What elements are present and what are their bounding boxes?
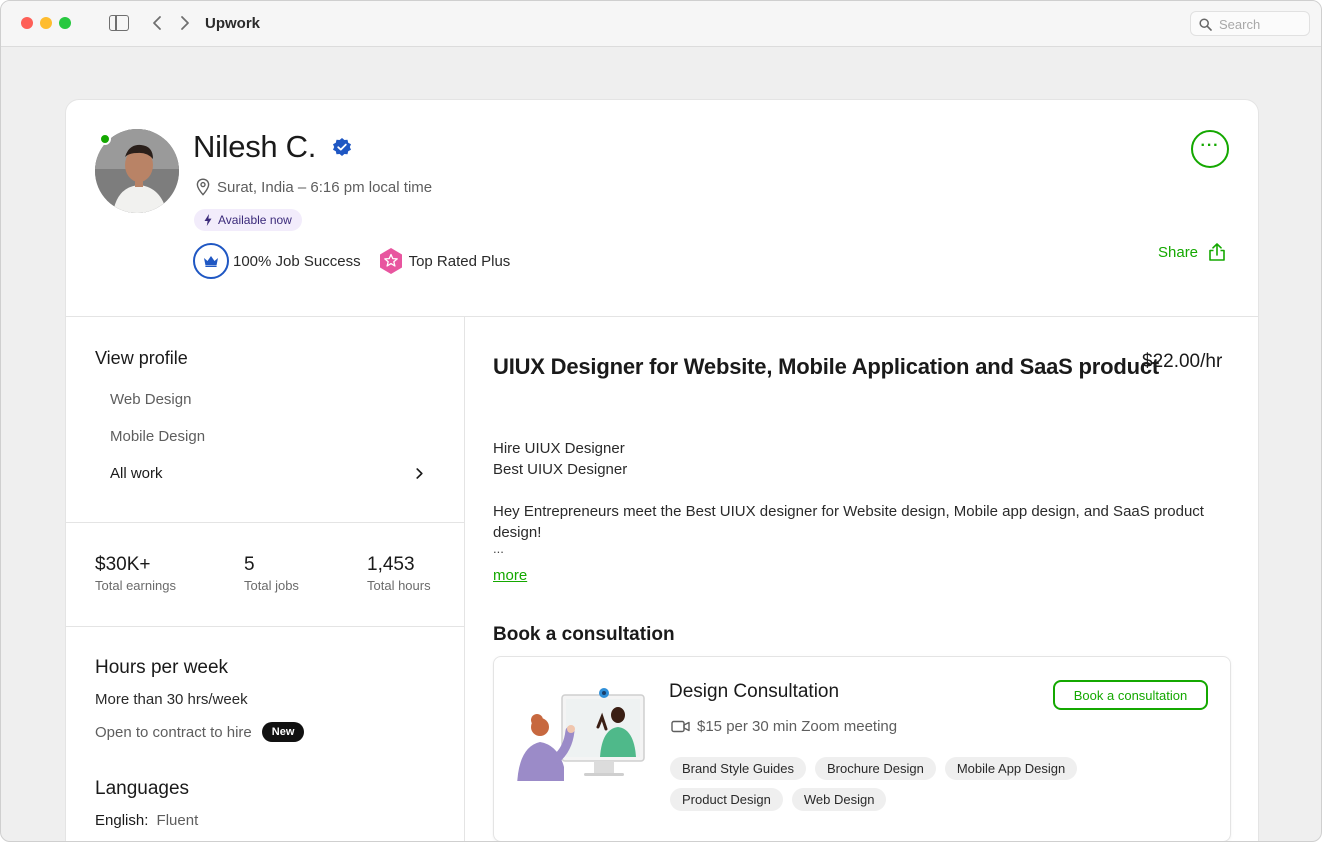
top-rated-label: Top Rated Plus xyxy=(408,252,511,270)
consultation-tags: Brand Style Guides Brochure Design Mobil… xyxy=(670,757,1110,811)
profile-card: Nilesh C. Surat, India – 6:16 pm local t… xyxy=(65,99,1259,841)
profile-main: UIUX Designer for Website, Mobile Applic… xyxy=(466,317,1258,841)
skill-tag[interactable]: Brochure Design xyxy=(815,757,936,780)
top-rated-badge: Top Rated Plus xyxy=(377,247,511,275)
contract-to-hire-row: Open to contract to hire New xyxy=(95,722,305,742)
skill-tag[interactable]: Mobile App Design xyxy=(944,757,1078,780)
badges-row: 100% Job Success Top Rated Plus xyxy=(193,243,526,279)
star-badge-icon xyxy=(377,247,405,275)
contract-to-hire-text: Open to contract to hire xyxy=(95,723,252,741)
job-success-label: 100% Job Success xyxy=(233,252,361,270)
profile-overview: Hire UIUX Designer Best UIUX Designer He… xyxy=(493,438,1223,555)
skill-tag[interactable]: Product Design xyxy=(670,788,783,811)
bio-paragraph: Hey Entrepreneurs meet the Best UIUX des… xyxy=(493,503,1204,541)
all-work-label: All work xyxy=(110,465,163,482)
location-text: Surat, India – 6:16 pm local time xyxy=(217,178,433,196)
chevron-right-icon xyxy=(181,16,189,30)
chevron-left-icon xyxy=(153,16,161,30)
stat-value: 5 xyxy=(244,554,255,575)
more-link[interactable]: more xyxy=(493,567,527,584)
profile-name: Nilesh C. xyxy=(193,129,317,164)
view-profile-section: View profile Web Design Mobile Design Al… xyxy=(66,317,464,523)
bio-line: Best UIUX Designer xyxy=(493,461,628,478)
crown-icon xyxy=(193,243,229,279)
sidebar-toggle-icon[interactable] xyxy=(109,15,129,31)
skill-tag[interactable]: Web Design xyxy=(791,788,887,811)
stat-label: Total jobs xyxy=(244,578,299,593)
video-camera-icon xyxy=(671,720,690,733)
hourly-rate: $22.00/hr xyxy=(1142,351,1223,372)
share-label: Share xyxy=(1158,243,1199,261)
availability-badge: Available now xyxy=(194,209,302,231)
availability-text: Available now xyxy=(218,213,292,227)
hours-title: Hours per week xyxy=(95,657,229,678)
consultation-price: $15 per 30 min Zoom meeting xyxy=(697,718,898,735)
consultation-card: Design Consultation $15 per 30 min Zoom … xyxy=(493,656,1231,841)
stat-label: Total earnings xyxy=(95,578,176,593)
hours-per-week-section: Hours per week More than 30 hrs/week Ope… xyxy=(95,657,305,742)
consultation-card-title: Design Consultation xyxy=(669,681,840,702)
stat-total-jobs: 5 Total jobs xyxy=(244,554,299,593)
search-box[interactable] xyxy=(1190,11,1310,36)
consultation-price-row: $15 per 30 min Zoom meeting xyxy=(671,718,897,735)
stats-section: $30K+ Total earnings 5 Total jobs 1,453 … xyxy=(66,523,464,627)
skill-tag[interactable]: Brand Style Guides xyxy=(670,757,807,780)
more-options-button[interactable]: ··· xyxy=(1191,130,1229,168)
view-profile-item-web-design[interactable]: Web Design xyxy=(110,391,191,408)
new-badge: New xyxy=(261,722,305,742)
profile-sidebar: View profile Web Design Mobile Design Al… xyxy=(66,317,465,841)
view-profile-item-all-work[interactable]: All work xyxy=(110,465,423,482)
languages-title: Languages xyxy=(95,778,190,799)
book-consultation-button[interactable]: Book a consultation xyxy=(1053,680,1208,710)
search-icon xyxy=(1199,18,1212,31)
search-input[interactable] xyxy=(1219,15,1305,33)
profile-header: Nilesh C. Surat, India – 6:16 pm local t… xyxy=(66,100,1258,317)
view-profile-title: View profile xyxy=(95,348,188,368)
chevron-right-icon xyxy=(416,468,423,479)
close-window-button[interactable] xyxy=(21,17,33,29)
location-row: Surat, India – 6:16 pm local time xyxy=(196,178,432,196)
job-success-badge: 100% Job Success xyxy=(193,243,361,279)
ellipsis-icon: ··· xyxy=(1200,137,1220,154)
share-icon xyxy=(1209,243,1225,261)
stat-total-earnings: $30K+ Total earnings xyxy=(95,554,176,593)
stat-value: 1,453 xyxy=(367,554,415,575)
map-pin-icon xyxy=(196,178,210,196)
verified-icon xyxy=(333,138,351,156)
stat-label: Total hours xyxy=(367,578,431,593)
window-title: Upwork xyxy=(205,15,261,32)
browser-window: Upwork Nilesh C. xyxy=(0,0,1322,842)
share-button[interactable]: Share xyxy=(1158,242,1227,262)
consultation-section-title: Book a consultation xyxy=(493,624,675,645)
view-profile-item-mobile-design[interactable]: Mobile Design xyxy=(110,428,205,445)
bio-ellipsis: ... xyxy=(493,541,504,556)
stat-value: $30K+ xyxy=(95,554,151,575)
job-title: UIUX Designer for Website, Mobile Applic… xyxy=(493,354,1160,379)
hours-value: More than 30 hrs/week xyxy=(95,691,248,708)
lightning-icon xyxy=(204,214,212,226)
language-row: English: Fluent xyxy=(95,812,198,829)
back-button[interactable] xyxy=(149,13,165,33)
language-level: Fluent xyxy=(156,812,199,829)
zoom-window-button[interactable] xyxy=(59,17,71,29)
forward-button[interactable] xyxy=(177,13,193,33)
online-status-dot xyxy=(99,133,111,145)
bio-line: Hire UIUX Designer xyxy=(493,440,625,457)
title-bar: Upwork xyxy=(1,1,1321,47)
minimize-window-button[interactable] xyxy=(40,17,52,29)
stat-total-hours: 1,453 Total hours xyxy=(367,554,431,593)
video-call-illustration xyxy=(514,688,645,792)
language-name: English: xyxy=(95,812,149,829)
